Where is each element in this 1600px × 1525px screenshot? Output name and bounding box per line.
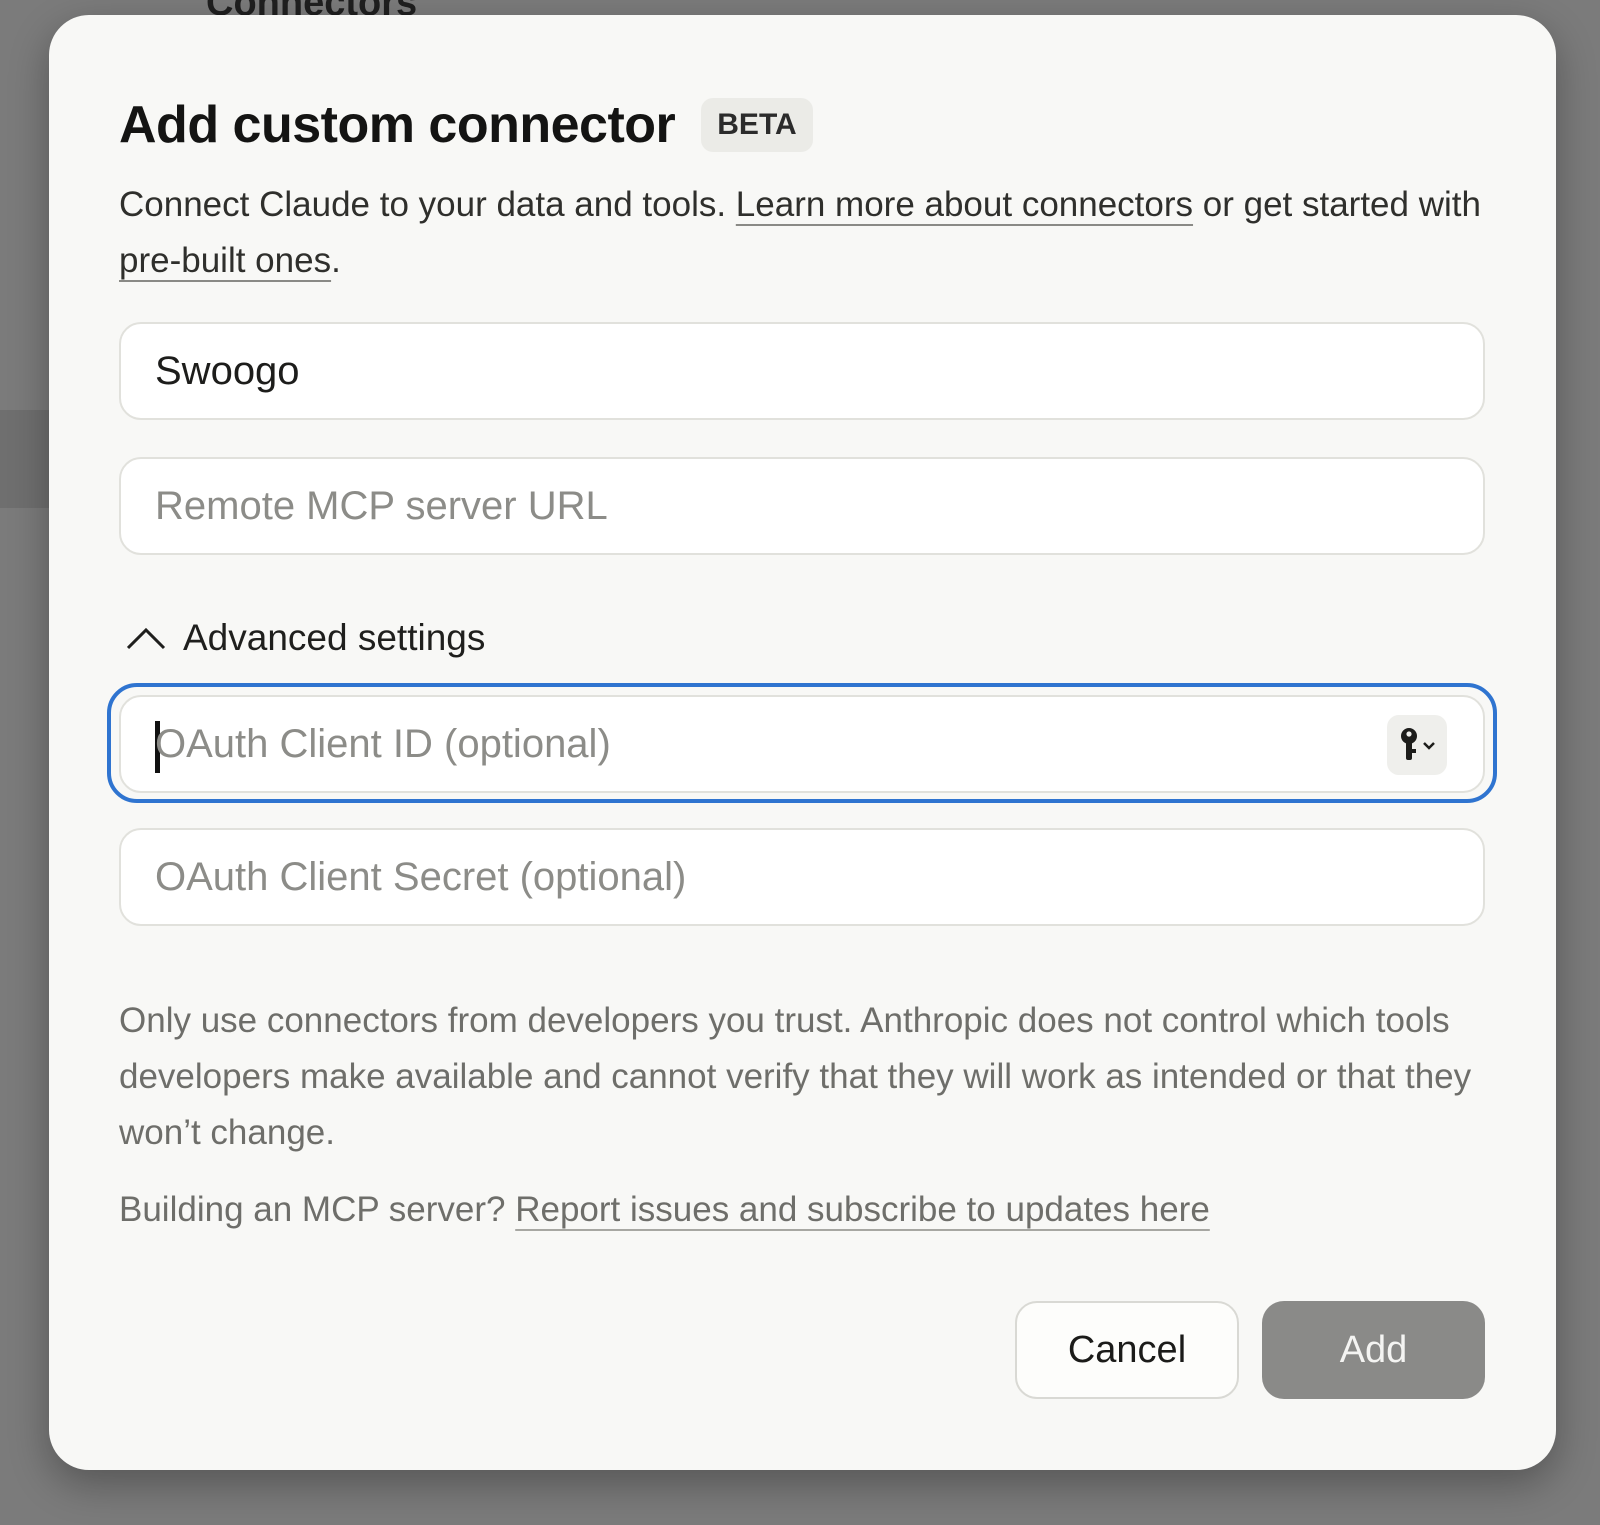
trust-warning: Only use connectors from developers you … — [119, 1001, 1472, 1152]
add-button[interactable]: Add — [1262, 1301, 1485, 1399]
description-text-1: Connect Claude to your data and tools. — [119, 185, 736, 224]
description-text-2: or get started with — [1193, 185, 1481, 224]
oauth-client-id-input[interactable] — [155, 697, 1335, 791]
oauth-client-id-field[interactable] — [119, 695, 1485, 793]
oauth-client-secret-field[interactable] — [119, 828, 1485, 926]
connector-name-input[interactable] — [155, 324, 1335, 418]
learn-more-link[interactable]: Learn more about connectors — [736, 185, 1193, 224]
prebuilt-connectors-link[interactable]: pre-built ones — [119, 241, 331, 280]
server-url-input[interactable] — [155, 459, 1335, 553]
dialog-header: Add custom connector BETA — [119, 95, 813, 155]
report-issues-link[interactable]: Report issues and subscribe to updates h… — [515, 1190, 1210, 1229]
cancel-button[interactable]: Cancel — [1015, 1301, 1239, 1399]
server-url-field[interactable] — [119, 457, 1485, 555]
advanced-settings-toggle[interactable]: Advanced settings — [125, 617, 485, 659]
chevron-up-icon — [126, 627, 166, 650]
password-autofill-button[interactable] — [1387, 715, 1447, 775]
beta-badge: BETA — [701, 98, 813, 152]
mcp-note-text: Building an MCP server? — [119, 1190, 516, 1229]
connector-name-field[interactable] — [119, 322, 1485, 420]
key-icon — [1401, 728, 1435, 760]
oauth-client-secret-input[interactable] — [155, 830, 1335, 924]
advanced-settings-label: Advanced settings — [183, 617, 486, 658]
dialog-title: Add custom connector — [119, 96, 676, 154]
description-text-3: . — [331, 241, 341, 280]
mcp-note: Building an MCP server? Report issues an… — [119, 1190, 1210, 1230]
dialog-description: Connect Claude to your data and tools. L… — [119, 177, 1499, 289]
add-connector-dialog: Add custom connector BETA Connect Claude… — [49, 15, 1556, 1470]
